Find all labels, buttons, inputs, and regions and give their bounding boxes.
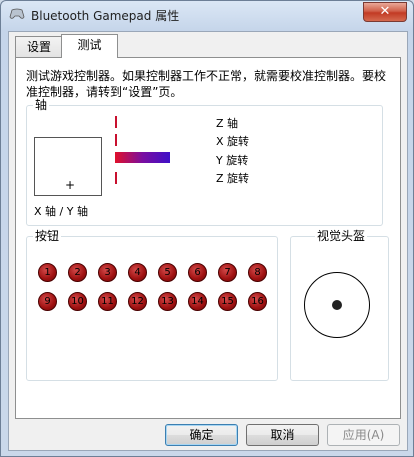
gamepad-button-4: 4 xyxy=(128,263,147,282)
z-rotation-label: Z 旋转 xyxy=(216,172,250,185)
tab-test[interactable]: 测试 xyxy=(61,34,118,58)
pov-hat-display xyxy=(304,272,370,338)
gamepad-button-9: 9 xyxy=(38,292,57,311)
gamepad-button-3: 3 xyxy=(98,263,117,282)
gamepad-button-8: 8 xyxy=(248,263,267,282)
gamepad-icon xyxy=(9,8,25,19)
pov-group-label: 视觉头盔 xyxy=(315,229,368,243)
z-axis-indicator xyxy=(115,116,117,128)
gamepad-button-15: 15 xyxy=(218,292,237,311)
close-icon: ✕ xyxy=(379,4,391,19)
axes-group: 轴 + X 轴 / Y 轴 Z 轴 X 旋转 Y 旋转 Z 旋转 xyxy=(26,98,383,226)
close-button[interactable]: ✕ xyxy=(363,2,407,22)
tab-settings[interactable]: 设置 xyxy=(15,36,63,57)
gamepad-button-12: 12 xyxy=(128,292,147,311)
axes-group-label: 轴 xyxy=(33,98,50,112)
y-rotation-label: Y 旋转 xyxy=(216,154,249,167)
gamepad-button-7: 7 xyxy=(218,263,237,282)
buttons-group: 按钮 1 2 3 4 5 6 7 8 9 10 11 12 13 14 15 1… xyxy=(26,229,278,381)
title-bar[interactable]: Bluetooth Gamepad 属性 ✕ xyxy=(1,1,413,29)
z-axis-label: Z 轴 xyxy=(216,117,239,130)
crosshair-icon: + xyxy=(65,178,76,192)
x-rotation-label: X 旋转 xyxy=(216,135,250,148)
ok-button[interactable]: 确定 xyxy=(165,424,238,446)
z-rotation-indicator xyxy=(115,172,117,184)
xy-axis-display: + xyxy=(34,137,102,196)
gamepad-button-1: 1 xyxy=(38,263,57,282)
test-panel: 测试游戏控制器。如果控制器工作不正常，就需要校准控制器。要校准控制器，请转到“设… xyxy=(15,57,401,419)
y-rotation-bar xyxy=(115,152,170,163)
button-grid: 1 2 3 4 5 6 7 8 9 10 11 12 13 14 15 16 xyxy=(27,237,277,377)
gamepad-button-14: 14 xyxy=(188,292,207,311)
gamepad-button-6: 6 xyxy=(188,263,207,282)
x-rotation-indicator xyxy=(115,134,117,146)
gamepad-button-2: 2 xyxy=(68,263,87,282)
gamepad-button-10: 10 xyxy=(68,292,87,311)
gamepad-button-16: 16 xyxy=(248,292,267,311)
properties-window: Bluetooth Gamepad 属性 ✕ 设置 测试 测试游戏控制器。如果控… xyxy=(0,0,414,457)
gamepad-button-13: 13 xyxy=(158,292,177,311)
pov-position-dot xyxy=(332,300,342,310)
xy-axis-label: X 轴 / Y 轴 xyxy=(34,205,88,218)
test-description: 测试游戏控制器。如果控制器工作不正常，就需要校准控制器。要校准控制器，请转到“设… xyxy=(26,69,387,99)
gamepad-button-11: 11 xyxy=(98,292,117,311)
apply-button[interactable]: 应用(A) xyxy=(327,424,400,446)
window-title: Bluetooth Gamepad 属性 xyxy=(31,9,180,23)
pov-group: 视觉头盔 xyxy=(290,229,389,381)
dialog-client: 设置 测试 测试游戏控制器。如果控制器工作不正常，就需要校准控制器。要校准控制器… xyxy=(8,31,408,451)
cancel-button[interactable]: 取消 xyxy=(246,424,319,446)
gamepad-button-5: 5 xyxy=(158,263,177,282)
